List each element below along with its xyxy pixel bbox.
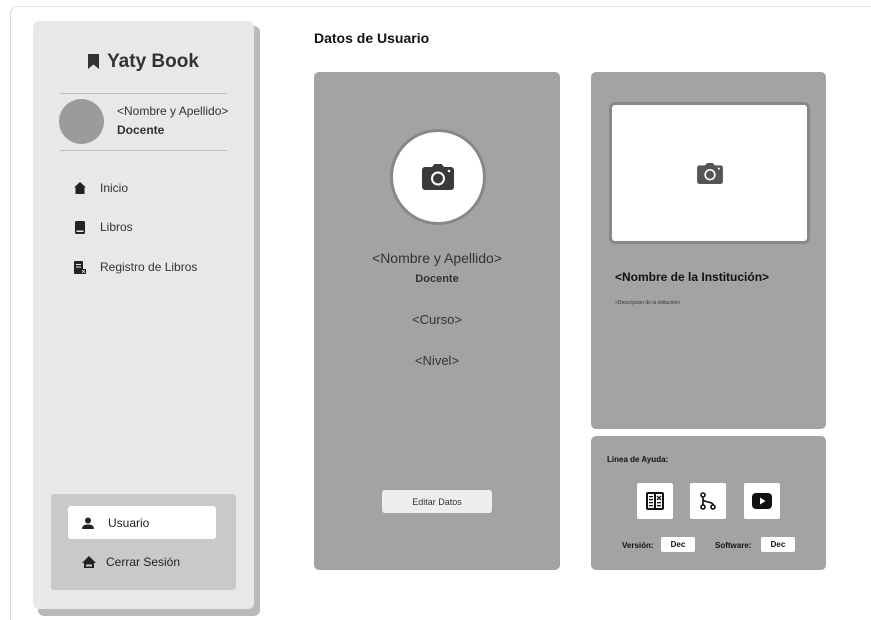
sidebar-item-inicio[interactable]: Inicio — [74, 178, 128, 198]
usuario-button[interactable]: Usuario — [68, 506, 216, 539]
sidebar-item-label: Inicio — [100, 181, 129, 195]
sidebar: Yaty Book <Nombre y Apellido> Docente In… — [33, 21, 254, 609]
brand: Yaty Book — [33, 51, 254, 75]
institution-image[interactable] — [609, 102, 810, 244]
sidebar-item-label: Registro de Libros — [100, 260, 198, 274]
manual-icon — [646, 492, 664, 510]
profile-course: <Curso> — [412, 312, 462, 327]
sidebar-item-registro-de-libros[interactable]: Registro de Libros — [74, 257, 197, 277]
institution-card: <Nombre de la Institución> <Descripcion … — [591, 72, 826, 429]
help-card: Linea de Ayuda: Versión: Dec Software: D… — [591, 436, 826, 570]
logout-icon — [82, 556, 96, 568]
user-icon — [82, 517, 94, 529]
logout-button[interactable]: Cerrar Sesión — [82, 552, 180, 572]
page-title: Datos de Usuario — [314, 30, 430, 46]
git-button[interactable] — [690, 483, 726, 519]
home-icon — [74, 182, 86, 194]
institution-name: <Nombre de la Institución> — [615, 270, 770, 284]
profile-name: <Nombre y Apellido> — [372, 250, 502, 266]
version-value: Dec — [661, 537, 695, 552]
brand-name: Yaty Book — [107, 51, 199, 72]
divider — [60, 150, 227, 151]
usuario-label: Usuario — [108, 515, 150, 530]
manual-button[interactable] — [637, 483, 673, 519]
youtube-icon — [752, 493, 772, 509]
book-register-icon — [74, 260, 86, 274]
software-label: Software: — [715, 541, 752, 550]
logout-label: Cerrar Sesión — [106, 555, 181, 569]
software-value: Dec — [761, 537, 795, 552]
profile-level: <Nivel> — [414, 353, 460, 368]
book-icon — [75, 220, 85, 234]
user-role: Docente — [117, 123, 165, 137]
user-name: <Nombre y Apellido> — [117, 104, 229, 118]
sidebar-item-label: Libros — [100, 220, 133, 234]
avatar — [59, 99, 104, 144]
profile-role: Docente — [415, 273, 459, 285]
version-label: Versión: — [622, 541, 654, 550]
camera-icon — [696, 162, 723, 184]
profile-card: <Nombre y Apellido> Docente <Curso> <Niv… — [314, 72, 560, 570]
youtube-button[interactable] — [744, 483, 780, 519]
sidebar-item-libros[interactable]: Libros — [74, 217, 133, 237]
bookmark-icon — [88, 53, 100, 75]
edit-data-button[interactable]: Editar Datos — [382, 490, 492, 513]
divider — [60, 93, 227, 94]
profile-photo[interactable] — [390, 129, 486, 225]
sidebar-bottom: Usuario Cerrar Sesión — [51, 494, 236, 590]
help-title: Linea de Ayuda: — [607, 455, 669, 464]
camera-icon — [422, 164, 454, 190]
institution-description: <Descripcion de la intitución> — [615, 300, 681, 306]
git-branch-icon — [700, 492, 716, 510]
